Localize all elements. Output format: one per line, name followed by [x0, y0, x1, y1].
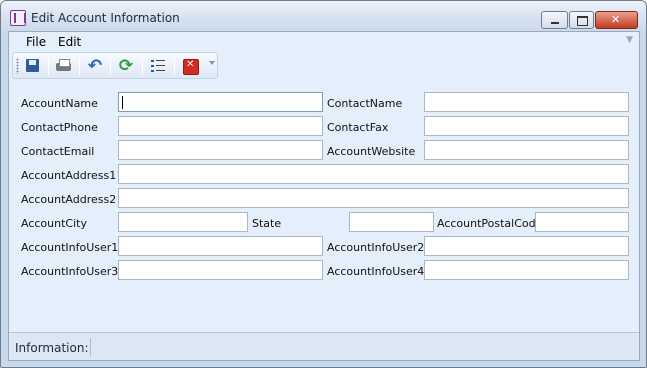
- contact-email-label: ContactEmail: [21, 145, 95, 158]
- status-label: Information:: [15, 341, 89, 355]
- list-icon[interactable]: [149, 57, 167, 75]
- toolbar-grip[interactable]: [16, 58, 19, 74]
- account-info-user4-input[interactable]: [424, 260, 629, 280]
- state-input[interactable]: [349, 212, 434, 232]
- close-icon[interactable]: [181, 57, 199, 75]
- account-website-input[interactable]: [424, 140, 629, 160]
- undo-icon[interactable]: ↶: [86, 57, 104, 75]
- account-website-label: AccountWebsite: [327, 145, 416, 158]
- account-info-user3-label: AccountInfoUser3: [21, 265, 119, 278]
- account-address1-input[interactable]: [118, 164, 629, 184]
- account-postal-code-label: AccountPostalCode: [437, 217, 543, 230]
- contact-fax-input[interactable]: [424, 116, 629, 136]
- account-info-user2-label: AccountInfoUser2: [327, 241, 425, 254]
- client-area: File Edit ▼ ↶ ⟳ AccountName ContactName …: [8, 31, 640, 361]
- contact-phone-input[interactable]: [118, 116, 323, 136]
- account-address2-label: AccountAddress2: [21, 193, 117, 206]
- print-icon[interactable]: [55, 57, 73, 75]
- account-info-user1-input[interactable]: [118, 236, 323, 256]
- contact-fax-label: ContactFax: [327, 121, 389, 134]
- state-label: State: [252, 217, 282, 230]
- account-info-user2-input[interactable]: [424, 236, 629, 256]
- account-city-label: AccountCity: [21, 217, 87, 230]
- status-bar: Information:: [9, 332, 639, 360]
- menu-bar: File Edit ▼: [9, 32, 639, 52]
- account-info-user1-label: AccountInfoUser1: [21, 241, 119, 254]
- maximize-button[interactable]: [569, 11, 594, 29]
- menu-file[interactable]: File: [26, 35, 46, 49]
- contact-name-input[interactable]: [424, 92, 629, 112]
- text-caret: [122, 96, 123, 109]
- close-window-button[interactable]: [595, 11, 638, 29]
- toolbar-separator: [142, 58, 143, 75]
- account-name-input[interactable]: [118, 92, 323, 112]
- contact-email-input[interactable]: [118, 140, 323, 160]
- toolbar: ↶ ⟳: [12, 52, 218, 79]
- menu-overflow-icon[interactable]: ▼: [626, 35, 633, 45]
- toolbar-overflow-icon[interactable]: [209, 61, 215, 65]
- toolbar-separator: [48, 58, 49, 75]
- save-icon[interactable]: [24, 57, 42, 75]
- contact-name-label: ContactName: [327, 97, 403, 110]
- account-city-input[interactable]: [118, 212, 248, 232]
- contact-phone-label: ContactPhone: [21, 121, 98, 134]
- title-bar[interactable]: Edit Account Information: [1, 1, 646, 31]
- window-title: Edit Account Information: [31, 11, 180, 25]
- minimize-button[interactable]: [541, 11, 568, 29]
- account-info-user3-input[interactable]: [118, 260, 323, 280]
- menu-edit[interactable]: Edit: [58, 35, 81, 49]
- status-separator: [90, 338, 91, 356]
- account-address2-input[interactable]: [118, 188, 629, 208]
- edit-account-window: Edit Account Information File Edit ▼ ↶ ⟳: [0, 0, 647, 368]
- account-postal-code-input[interactable]: [535, 212, 629, 232]
- refresh-icon[interactable]: ⟳: [117, 57, 135, 75]
- app-icon[interactable]: [10, 10, 26, 26]
- account-address1-label: AccountAddress1: [21, 169, 117, 182]
- toolbar-separator: [174, 58, 175, 75]
- account-info-user4-label: AccountInfoUser4: [327, 265, 425, 278]
- toolbar-separator: [79, 58, 80, 75]
- account-name-label: AccountName: [21, 97, 98, 110]
- toolbar-separator: [110, 58, 111, 75]
